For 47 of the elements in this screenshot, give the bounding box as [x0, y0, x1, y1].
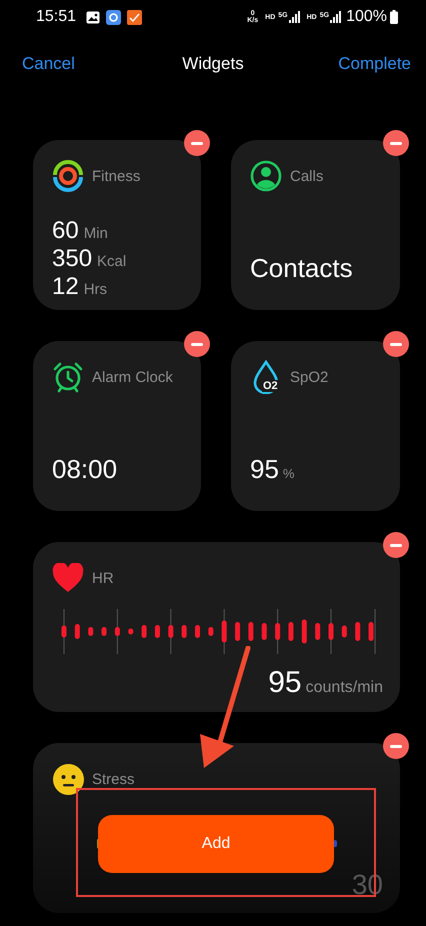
alarm-clock-icon: [52, 361, 84, 393]
heart-rate-value: 95: [268, 666, 302, 700]
signal-icon: [330, 11, 342, 23]
widget-card[interactable]: HR 95 counts/min: [33, 542, 400, 712]
metric-value: 60: [52, 218, 79, 243]
widget-card[interactable]: Alarm Clock 08:00: [33, 341, 201, 511]
spo2-unit: %: [282, 466, 294, 481]
complete-button[interactable]: Complete: [338, 54, 411, 74]
metric-unit: Kcal: [97, 252, 126, 272]
app-icon: [106, 10, 122, 24]
widget-card[interactable]: O2 SpO2 95%: [231, 341, 400, 511]
battery-percent: 100%: [346, 8, 387, 26]
widget-title: Alarm Clock: [92, 368, 173, 386]
rings-icon: [52, 160, 84, 192]
screen-title: Widgets: [182, 54, 244, 74]
metric-value: 12: [52, 274, 79, 299]
widget-title: Fitness: [92, 168, 140, 184]
metric-unit: Hrs: [84, 280, 108, 300]
contact-icon: [250, 160, 282, 192]
heart-icon: [52, 563, 84, 593]
remove-button[interactable]: [383, 733, 409, 759]
remove-button[interactable]: [184, 331, 210, 357]
metric-unit: Min: [84, 224, 108, 244]
widget-title: HR: [92, 570, 114, 586]
remove-button[interactable]: [383, 532, 409, 558]
remove-button[interactable]: [184, 130, 210, 156]
drop-icon: [251, 360, 281, 394]
remove-button[interactable]: [383, 331, 409, 357]
contacts-label: Contacts: [250, 253, 353, 284]
widget-title: SpO2: [290, 368, 328, 386]
o2-label: O2: [262, 380, 279, 392]
widget-title: Stress: [92, 770, 135, 788]
app-icon: [127, 10, 142, 24]
spo2-value: 95: [250, 454, 279, 485]
signal-icon: [288, 11, 300, 23]
widget-card[interactable]: Calls Contacts: [231, 140, 400, 310]
widget-title: Calls: [290, 168, 324, 184]
heart-rate-unit: counts/min: [306, 679, 383, 697]
widget-card[interactable]: Fitness 60 Min 350 Kcal 12 Hrs: [33, 140, 201, 310]
neutral-face-icon: [52, 764, 84, 794]
gallery-icon: [86, 10, 100, 24]
metric-value: 350: [52, 246, 92, 271]
battery-icon: [390, 10, 398, 24]
remove-button[interactable]: [383, 130, 409, 156]
status-time: 15:51: [36, 8, 76, 26]
cancel-button[interactable]: Cancel: [22, 54, 75, 74]
alarm-time: 08:00: [52, 454, 118, 485]
